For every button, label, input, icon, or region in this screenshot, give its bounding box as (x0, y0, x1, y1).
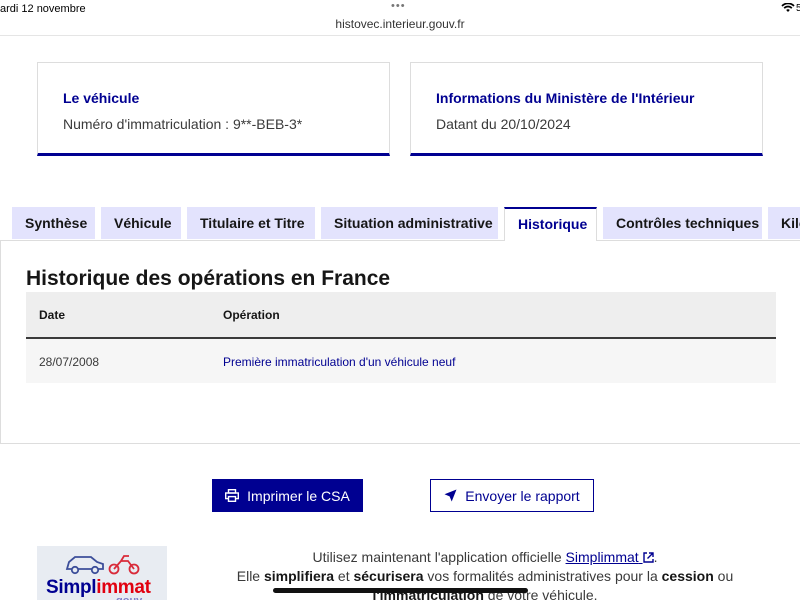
motorbike-icon (108, 555, 140, 575)
tab-controles-techniques[interactable]: Contrôles techniques (603, 207, 762, 239)
table-row: 28/07/2008 Première immatriculation d'un… (26, 339, 776, 383)
send-report-label: Envoyer le rapport (465, 487, 580, 504)
home-indicator[interactable] (273, 588, 528, 593)
print-csa-button[interactable]: Imprimer le CSA (212, 479, 363, 512)
car-icon (65, 555, 140, 575)
simplimmat-logo[interactable]: Simplimmat gouv (37, 546, 167, 600)
vehicle-card: Le véhicule Numéro d'immatriculation : 9… (37, 62, 390, 156)
send-icon (444, 489, 457, 502)
ministry-info-card: Informations du Ministère de l'Intérieur… (410, 62, 763, 156)
tab-situation-administrative[interactable]: Situation administrative (321, 207, 498, 239)
tab-vehicule[interactable]: Véhicule (101, 207, 181, 239)
browser-status-bar: ardi 12 novembre ••• histovec.interieur.… (0, 0, 800, 36)
send-report-button[interactable]: Envoyer le rapport (430, 479, 594, 512)
tab-kilometrage[interactable]: Kilo (768, 207, 800, 239)
external-link-icon (642, 552, 654, 563)
column-header-operation: Opération (223, 308, 280, 322)
printer-icon (225, 489, 240, 502)
vehicle-card-title: Le véhicule (63, 90, 140, 106)
promo-line-1: Utilisez maintenant l'application offici… (312, 549, 658, 565)
history-table: Date Opération 28/07/2008 Première immat… (26, 292, 776, 383)
logo-subtitle: gouv (116, 595, 142, 600)
history-panel: Historique des opérations en France Date… (0, 240, 800, 444)
simplimmat-promo-text: Utilisez maintenant l'application offici… (180, 548, 790, 605)
report-tabs: Synthèse Véhicule Titulaire et Titre Sit… (0, 207, 800, 241)
promo-line-2: Elle simplifiera et sécurisera vos forma… (236, 568, 734, 584)
tab-historique[interactable]: Historique (504, 207, 597, 241)
history-title: Historique des opérations en France (26, 267, 391, 290)
wifi-icon (781, 3, 795, 12)
registration-number: Numéro d'immatriculation : 9**-BEB-3* (63, 116, 303, 132)
battery-level: 5 (796, 3, 800, 14)
data-date: Datant du 20/10/2024 (436, 116, 571, 132)
status-divider (0, 35, 800, 36)
tab-synthese[interactable]: Synthèse (12, 207, 95, 239)
address-bar-url[interactable]: histovec.interieur.gouv.fr (0, 17, 800, 31)
print-csa-label: Imprimer le CSA (247, 487, 350, 504)
operation-label: Première immatriculation d'un véhicule n… (223, 355, 456, 369)
simplimmat-link[interactable]: Simplimmat (566, 549, 654, 565)
browser-menu-dots[interactable]: ••• (391, 0, 406, 12)
operation-date: 28/07/2008 (39, 355, 100, 369)
ministry-card-title: Informations du Ministère de l'Intérieur (436, 90, 695, 106)
table-header: Date Opération (26, 292, 776, 339)
tab-titulaire-et-titre[interactable]: Titulaire et Titre (187, 207, 315, 239)
column-header-date: Date (39, 308, 66, 322)
status-time: ardi 12 novembre (0, 3, 86, 15)
